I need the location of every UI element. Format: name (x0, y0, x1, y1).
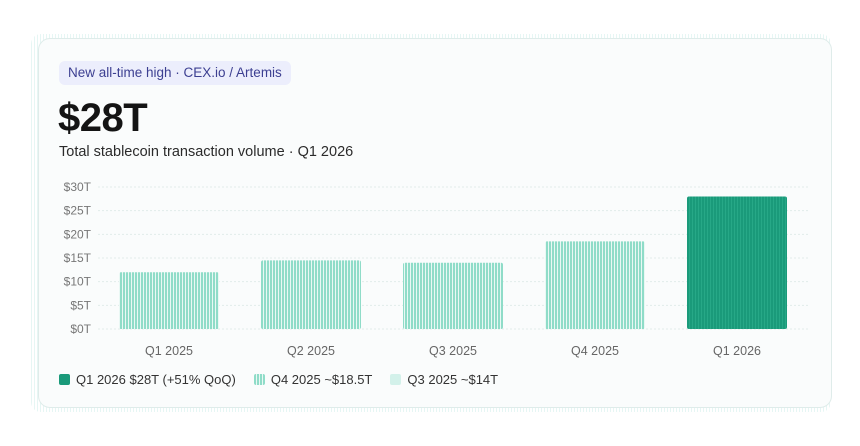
legend-swatch (59, 374, 70, 385)
bar-q2-2025 (261, 260, 361, 329)
x-tick-label: Q3 2025 (429, 344, 477, 358)
legend-swatch (253, 374, 265, 385)
y-tick-label: $10T (64, 275, 92, 289)
y-tick-label: $0T (70, 322, 91, 336)
bar-q4-2025 (545, 241, 645, 329)
y-tick-label: $30T (64, 180, 92, 194)
y-tick-label: $5T (70, 298, 91, 312)
x-tick-label: Q1 2026 (713, 344, 761, 358)
x-tick-label: Q4 2025 (571, 344, 619, 358)
y-tick-label: $25T (64, 204, 92, 218)
legend-label: Q1 2026 $28T (+51% QoQ) (76, 372, 236, 387)
legend-item-q4-2025: Q4 2025 ~$18.5T (253, 372, 373, 387)
legend-label: Q4 2025 ~$18.5T (270, 372, 373, 387)
x-tick-label: Q1 2025 (145, 344, 193, 358)
chart-legend: Q1 2026 $28T (+51% QoQ) Q4 2025 ~$18.5T … (59, 372, 516, 387)
legend-item-q3-2025: Q3 2025 ~$14T (390, 372, 498, 387)
bar-q3-2025 (403, 262, 503, 329)
y-tick-label: $20T (64, 227, 92, 241)
legend-item-q1-2026: Q1 2026 $28T (+51% QoQ) (59, 372, 236, 387)
legend-swatch (390, 374, 402, 385)
bar-q1-2026 (687, 196, 787, 329)
legend-label: Q3 2025 ~$14T (407, 372, 499, 387)
y-tick-label: $15T (64, 251, 92, 265)
bar-q1-2025 (119, 272, 219, 329)
x-tick-label: Q2 2025 (287, 344, 335, 358)
